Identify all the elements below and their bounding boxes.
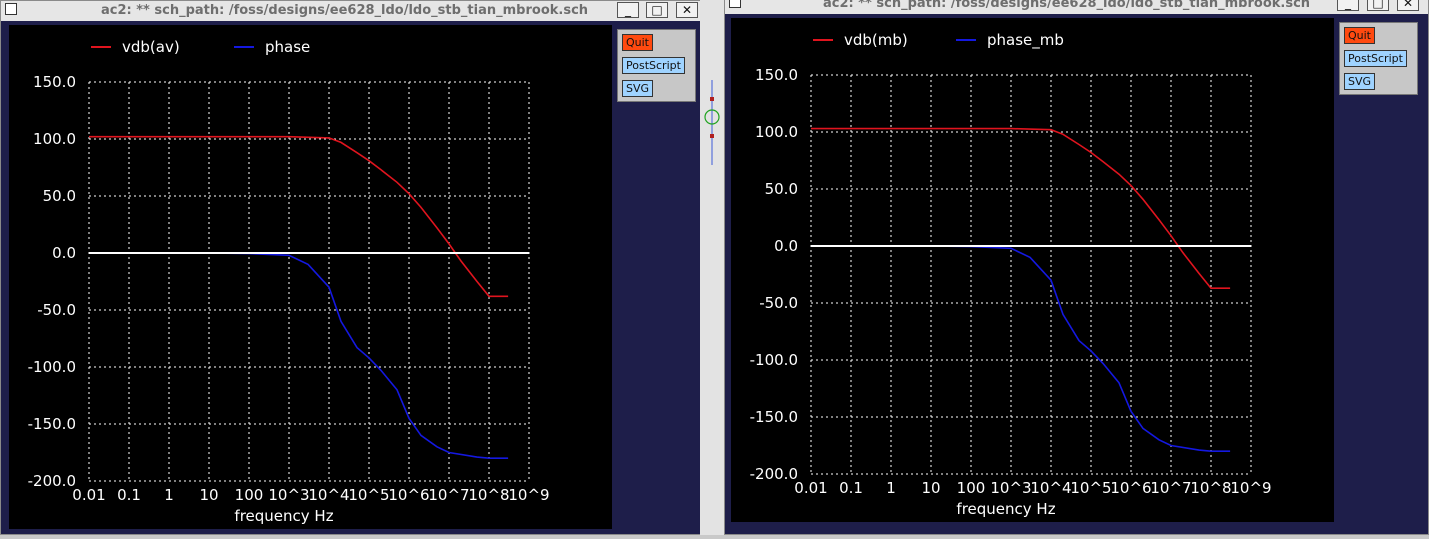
x-tick-label: 10^3: [990, 479, 1031, 497]
schematic-fragment: [704, 80, 720, 165]
x-tick-label: 1: [886, 479, 896, 497]
quit-button[interactable]: Quit: [1344, 27, 1375, 44]
x-tick-label: 10^7: [428, 486, 469, 504]
minimize-button[interactable]: _: [617, 2, 639, 18]
legend-label: vdb(mb): [844, 31, 908, 49]
window-menu-icon[interactable]: [729, 0, 741, 8]
x-tick-label: 10^6: [1110, 479, 1151, 497]
series-line-phase-mb: [811, 245, 1231, 453]
maximize-button[interactable]: □: [646, 2, 668, 18]
x-tick-label: 10^8: [468, 486, 509, 504]
x-tick-label: 0.1: [117, 486, 141, 504]
close-button[interactable]: ✕: [676, 2, 698, 18]
x-tick-label: 10: [921, 479, 940, 497]
window-client: 150.0 100.0 50.0 0.0 -50.0 -100.0 -150.0 -200.0…: [725, 14, 1428, 534]
svg-button[interactable]: SVG: [1344, 73, 1376, 90]
plot-area[interactable]: 150.0 100.0 50.0 0.0 -50.0 -100.0 -150.0 -200.0…: [9, 25, 612, 529]
quit-button[interactable]: Quit: [622, 34, 653, 51]
x-tick-label: 10^3: [268, 486, 309, 504]
y-tick-label: 50.0: [43, 187, 76, 205]
x-tick-label: 10^9: [1230, 479, 1271, 497]
x-tick-label: 1: [164, 486, 174, 504]
x-tick-label: 0.01: [794, 479, 827, 497]
minimize-button[interactable]: _: [1337, 0, 1359, 11]
y-tick-label: -50.0: [759, 294, 798, 312]
x-tick-label: 100: [957, 479, 986, 497]
series-line-phase: [89, 252, 509, 460]
x-tick-label: 10^7: [1150, 479, 1191, 497]
x-axis-title: frequency Hz: [956, 500, 1055, 518]
y-tick-label: -150.0: [28, 415, 76, 433]
x-tick-label: 10^4: [1030, 479, 1071, 497]
x-tick-label: 10^5: [348, 486, 389, 504]
window-client: 150.0 100.0 50.0 0.0 -50.0 -100.0 -150.0 -200.0…: [1, 21, 700, 534]
postscript-button[interactable]: PostScript: [622, 57, 685, 74]
series-line-vdb-mb-: [811, 127, 1231, 290]
close-button[interactable]: ✕: [1397, 0, 1419, 11]
legend-label: vdb(av): [122, 38, 180, 56]
x-tick-label: 10: [199, 486, 218, 504]
window-menu-icon[interactable]: [5, 3, 17, 15]
y-tick-label: -200.0: [28, 472, 76, 490]
y-tick-label: -200.0: [750, 465, 798, 483]
x-tick-label: 10^8: [1190, 479, 1231, 497]
window-title: ac2: ** sch_path: /foss/designs/ee628_ld…: [101, 3, 589, 18]
x-tick-label: 0.01: [72, 486, 105, 504]
x-tick-label: 0.1: [839, 479, 863, 497]
plot-window-right: ac2: ** sch_path: /foss/designs/ee628_ld…: [724, 0, 1429, 535]
postscript-button[interactable]: PostScript: [1344, 50, 1407, 67]
title-bar[interactable]: ac2: ** sch_path: /foss/designs/ee628_ld…: [1, 1, 700, 22]
y-tick-label: 100.0: [33, 130, 76, 148]
button-panel: Quit PostScript SVG: [1339, 22, 1418, 95]
legend-label: phase: [265, 38, 310, 56]
window-title: ac2: ** sch_path: /foss/designs/ee628_ld…: [823, 0, 1311, 11]
plot-area[interactable]: 150.0 100.0 50.0 0.0 -50.0 -100.0 -150.0 -200.0…: [731, 18, 1334, 522]
y-tick-label: -150.0: [750, 408, 798, 426]
x-tick-label: 10^6: [388, 486, 429, 504]
x-tick-label: 10^9: [508, 486, 549, 504]
y-tick-label: -100.0: [28, 358, 76, 376]
bode-chart[interactable]: 150.0 100.0 50.0 0.0 -50.0 -100.0 -150.0 -200.0…: [9, 25, 612, 529]
y-tick-label: 150.0: [33, 73, 76, 91]
button-panel: Quit PostScript SVG: [617, 29, 696, 102]
y-tick-label: 100.0: [755, 123, 798, 141]
legend-label: phase_mb: [987, 31, 1064, 50]
desktop-background: [700, 0, 725, 535]
y-tick-label: 150.0: [755, 66, 798, 84]
series-line-vdb-av-: [89, 135, 509, 298]
y-tick-label: -50.0: [37, 301, 76, 319]
y-tick-label: -100.0: [750, 351, 798, 369]
plot-window-left: ac2: ** sch_path: /foss/designs/ee628_ld…: [0, 0, 701, 535]
x-tick-label: 10^5: [1070, 479, 1111, 497]
title-bar[interactable]: ac2: ** sch_path: /foss/designs/ee628_ld…: [725, 0, 1428, 15]
x-tick-label: 10^4: [308, 486, 349, 504]
x-tick-label: 100: [235, 486, 264, 504]
svg-button[interactable]: SVG: [622, 80, 654, 97]
bode-chart[interactable]: 150.0 100.0 50.0 0.0 -50.0 -100.0 -150.0 -200.0…: [731, 18, 1334, 522]
x-axis-title: frequency Hz: [234, 507, 333, 525]
y-tick-label: 50.0: [765, 180, 798, 198]
y-tick-label: 0.0: [774, 237, 798, 255]
maximize-button[interactable]: □: [1367, 0, 1389, 11]
y-tick-label: 0.0: [52, 244, 76, 262]
